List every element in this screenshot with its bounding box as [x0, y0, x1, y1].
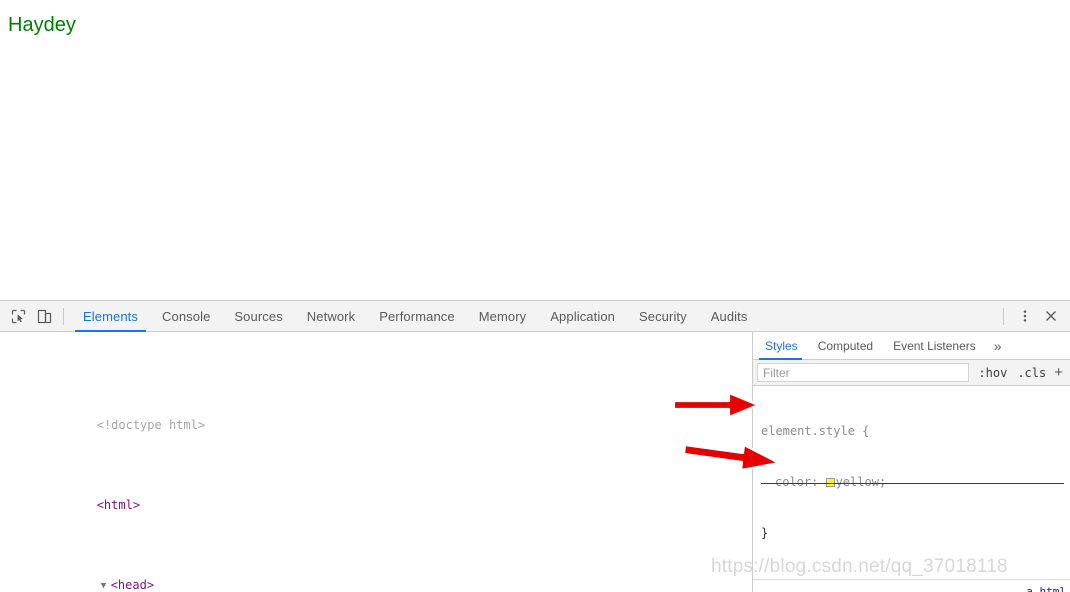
rule-closing-brace: } [761, 526, 769, 540]
styles-filter-input[interactable] [757, 363, 970, 382]
tab-computed[interactable]: Computed [808, 332, 883, 359]
more-tabs-icon[interactable]: » [986, 332, 1010, 359]
tab-security[interactable]: Security [627, 301, 699, 332]
close-icon[interactable] [1038, 303, 1064, 329]
kebab-menu-icon[interactable] [1012, 303, 1038, 329]
tab-event-listeners[interactable]: Event Listeners [883, 332, 986, 359]
tab-styles[interactable]: Styles [753, 332, 808, 360]
inspect-element-icon[interactable] [5, 303, 31, 329]
devtools-body: <!doctype html> <html> ▼<head> <title></… [0, 332, 1070, 592]
tab-sources[interactable]: Sources [222, 301, 294, 332]
tab-styles-label: Styles [765, 338, 798, 353]
styles-pane: Styles Computed Event Listeners » :hov .… [753, 332, 1070, 592]
toolbar-separator-right [1003, 307, 1004, 325]
devtools-toolbar: Elements Console Sources Network Perform… [0, 301, 1070, 332]
device-toolbar-icon[interactable] [31, 303, 57, 329]
page-viewport: Haydey [0, 0, 1070, 300]
styles-rule-list: element.style { color: yellow; } a.html … [753, 386, 1070, 592]
toolbar-separator [63, 307, 64, 325]
dom-row[interactable]: <html> [0, 475, 752, 512]
new-style-rule-button[interactable]: + [1051, 365, 1068, 380]
tab-elements-label: Elements [83, 308, 138, 324]
tab-application-label: Application [550, 308, 615, 324]
dom-row-text: <head> [110, 578, 155, 592]
rule-selector-text: element.style { [761, 424, 870, 438]
tab-memory-label: Memory [478, 308, 527, 324]
dom-row[interactable]: <!doctype html> [0, 395, 752, 432]
hover-state-toggle[interactable]: :hov [973, 366, 1012, 380]
devtools-tab-list: Elements Console Sources Network Perform… [71, 301, 1001, 332]
tab-audits[interactable]: Audits [699, 301, 760, 332]
declaration-color[interactable]: color: yellow; [761, 474, 1064, 491]
styles-tab-list: Styles Computed Event Listeners » [753, 332, 1070, 360]
stylesheet-source-link[interactable]: a.html [1026, 583, 1066, 592]
rule-selector[interactable]: element.style { [761, 423, 1064, 440]
tab-console-label: Console [162, 308, 211, 324]
dom-row-text: <html> [96, 498, 141, 512]
style-rule-element-style[interactable]: element.style { color: yellow; } [753, 386, 1070, 580]
devtools-toolbar-right [1001, 303, 1070, 329]
tab-audits-label: Audits [710, 308, 748, 324]
strikethrough-line [761, 482, 1064, 484]
style-rule-p1[interactable]: a.html .p1 { color: green !important; } [753, 580, 1070, 592]
styles-filter-bar: :hov .cls + [753, 360, 1070, 386]
tab-sources-label: Sources [234, 308, 283, 324]
dom-tree: <!doctype html> <html> ▼<head> <title></… [0, 332, 752, 592]
tab-security-label: Security [638, 308, 687, 324]
tab-network-label: Network [306, 308, 356, 324]
dom-row[interactable]: ▼ <head> [0, 555, 752, 592]
class-toggle[interactable]: .cls [1012, 366, 1051, 380]
tab-event-listeners-label: Event Listeners [893, 338, 976, 353]
tab-console[interactable]: Console [150, 301, 222, 332]
devtools-panel: Elements Console Sources Network Perform… [0, 300, 1070, 592]
page-paragraph: Haydey [8, 14, 76, 36]
tab-performance[interactable]: Performance [367, 301, 467, 332]
dom-tree-pane[interactable]: <!doctype html> <html> ▼<head> <title></… [0, 332, 752, 592]
tab-computed-label: Computed [817, 338, 874, 353]
tab-application[interactable]: Application [538, 301, 627, 332]
dom-row-text: <!doctype html> [96, 418, 206, 432]
tab-memory[interactable]: Memory [467, 301, 539, 332]
tab-elements[interactable]: Elements [71, 301, 150, 332]
tab-performance-label: Performance [379, 308, 455, 324]
disclosure-triangle-icon[interactable]: ▼ [101, 576, 111, 592]
devtools-screenshot: Haydey Elements Console Sources Network … [0, 0, 1070, 592]
tab-network[interactable]: Network [295, 301, 367, 332]
